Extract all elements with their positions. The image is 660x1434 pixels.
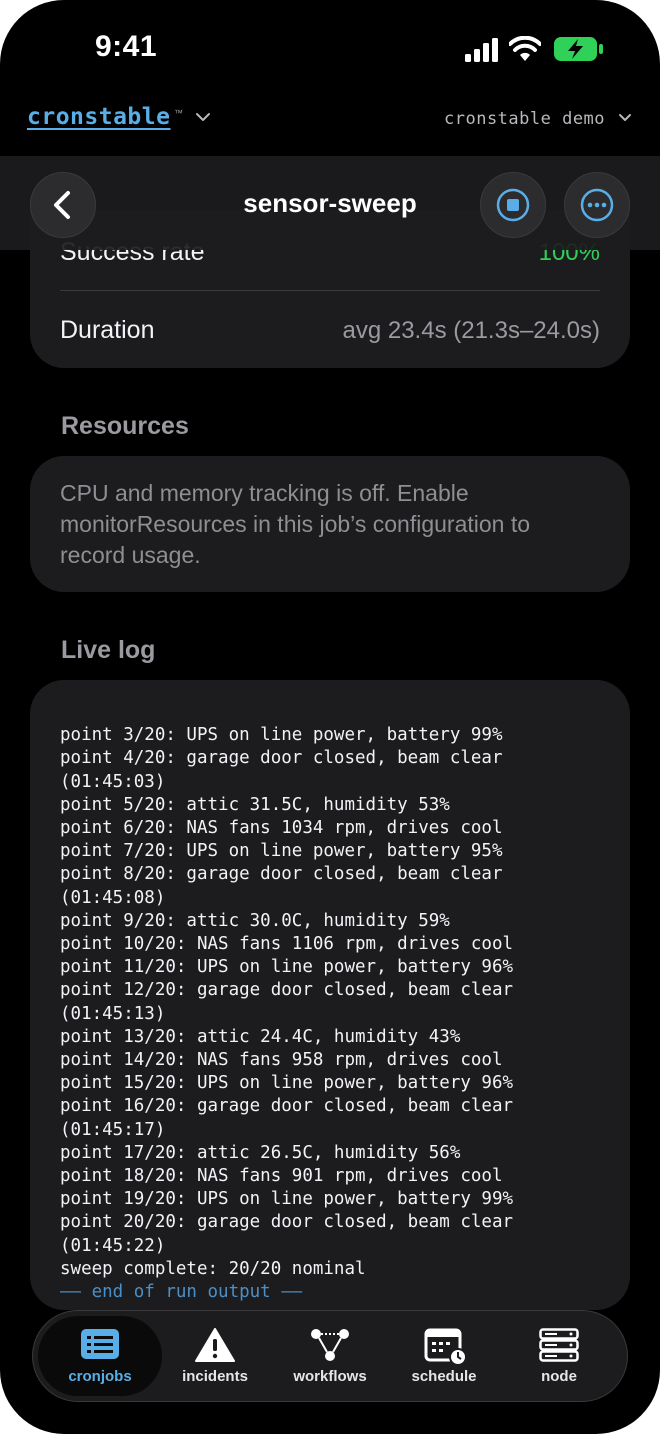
log-line: point 6/20: NAS fans 1034 rpm, drives co… [60,818,503,839]
status-bar: 9:41 [0,0,660,90]
tab-incidents[interactable]: incidents [153,1316,277,1396]
tab-label: workflows [293,1368,367,1385]
log-line: point 13/20: attic 24.4C, humidity 43% [60,1026,461,1047]
log-line: point 3/20: UPS on line power, battery 9… [60,725,503,746]
log-line: point 16/20: garage door closed, beam cl… [60,1096,514,1117]
status-time: 9:41 [95,30,158,63]
cellular-signal-icon [465,38,498,62]
chevron-down-icon[interactable] [617,110,633,126]
log-line: point 20/20: garage door closed, beam cl… [60,1212,514,1233]
duration-label: Duration [60,316,155,344]
log-line: (01:45:22) [60,1235,166,1256]
back-button[interactable] [30,172,96,238]
resources-card: CPU and memory tracking is off. Enable m… [30,456,630,592]
tab-schedule[interactable]: schedule [382,1316,506,1396]
tab-cronjobs[interactable]: cronjobs [38,1316,162,1396]
divider [60,290,600,291]
chevron-left-icon [54,191,70,219]
log-line: point 19/20: UPS on line power, battery … [60,1189,514,1210]
phone-screen: 9:41 cronstable ™ cronstable demo Succes… [0,0,660,1434]
log-line: (01:45:13) [60,1003,166,1024]
project-selector[interactable]: cronstable demo [444,109,605,129]
tab-label: incidents [182,1368,248,1385]
log-line: point 10/20: NAS fans 1106 rpm, drives c… [60,934,514,955]
resources-message: CPU and memory tracking is off. Enable m… [60,480,531,568]
calendar-clock-icon [424,1328,467,1366]
more-button[interactable] [564,172,630,238]
log-line: point 7/20: UPS on line power, battery 9… [60,841,503,862]
log-line: (01:45:17) [60,1119,166,1140]
log-line: point 14/20: NAS fans 958 rpm, drives co… [60,1050,503,1071]
tab-label: cronjobs [68,1368,132,1385]
workflow-icon [311,1329,349,1361]
log-line: point 17/20: attic 26.5C, humidity 56% [60,1142,461,1163]
wifi-icon [509,36,541,61]
tab-label: node [541,1368,577,1385]
server-icon [539,1328,579,1362]
log-line: point 11/20: UPS on line power, battery … [60,957,514,978]
log-line: point 15/20: UPS on line power, battery … [60,1073,514,1094]
log-output: point 3/20: UPS on line power, battery 9… [60,701,620,1351]
log-line: point 18/20: NAS fans 901 rpm, drives co… [60,1166,503,1187]
log-line: (01:45:03) [60,771,166,792]
trademark: ™ [174,108,183,118]
page-title: sensor-sweep [243,188,417,218]
list-icon [81,1329,119,1359]
tab-workflows[interactable]: workflows [268,1316,392,1396]
stop-icon [496,188,530,222]
brand-logo[interactable]: cronstable [27,104,170,130]
resources-heading: Resources [61,412,189,440]
duration-value: avg 23.4s (21.3s–24.0s) [342,317,601,344]
warning-icon [195,1328,235,1362]
log-line: point 9/20: attic 30.0C, humidity 59% [60,910,450,931]
log-line: sweep complete: 20/20 nominal [60,1258,366,1279]
live-log-heading: Live log [61,636,156,664]
log-line: (01:45:08) [60,887,166,908]
log-line: point 5/20: attic 31.5C, humidity 53% [60,794,450,815]
log-line: point 12/20: garage door closed, beam cl… [60,980,514,1001]
tab-label: schedule [411,1368,477,1385]
live-log-card[interactable]: point 3/20: UPS on line power, battery 9… [30,680,630,1310]
log-line: point 8/20: garage door closed, beam cle… [60,864,503,885]
stop-button[interactable] [480,172,546,238]
chevron-down-icon[interactable] [194,108,212,126]
tab-node[interactable]: node [497,1316,621,1396]
ellipsis-icon [580,188,614,222]
log-end-marker: —— end of run output —— [60,1282,303,1303]
log-line: point 4/20: garage door closed, beam cle… [60,748,503,769]
battery-charging-icon [554,37,603,61]
